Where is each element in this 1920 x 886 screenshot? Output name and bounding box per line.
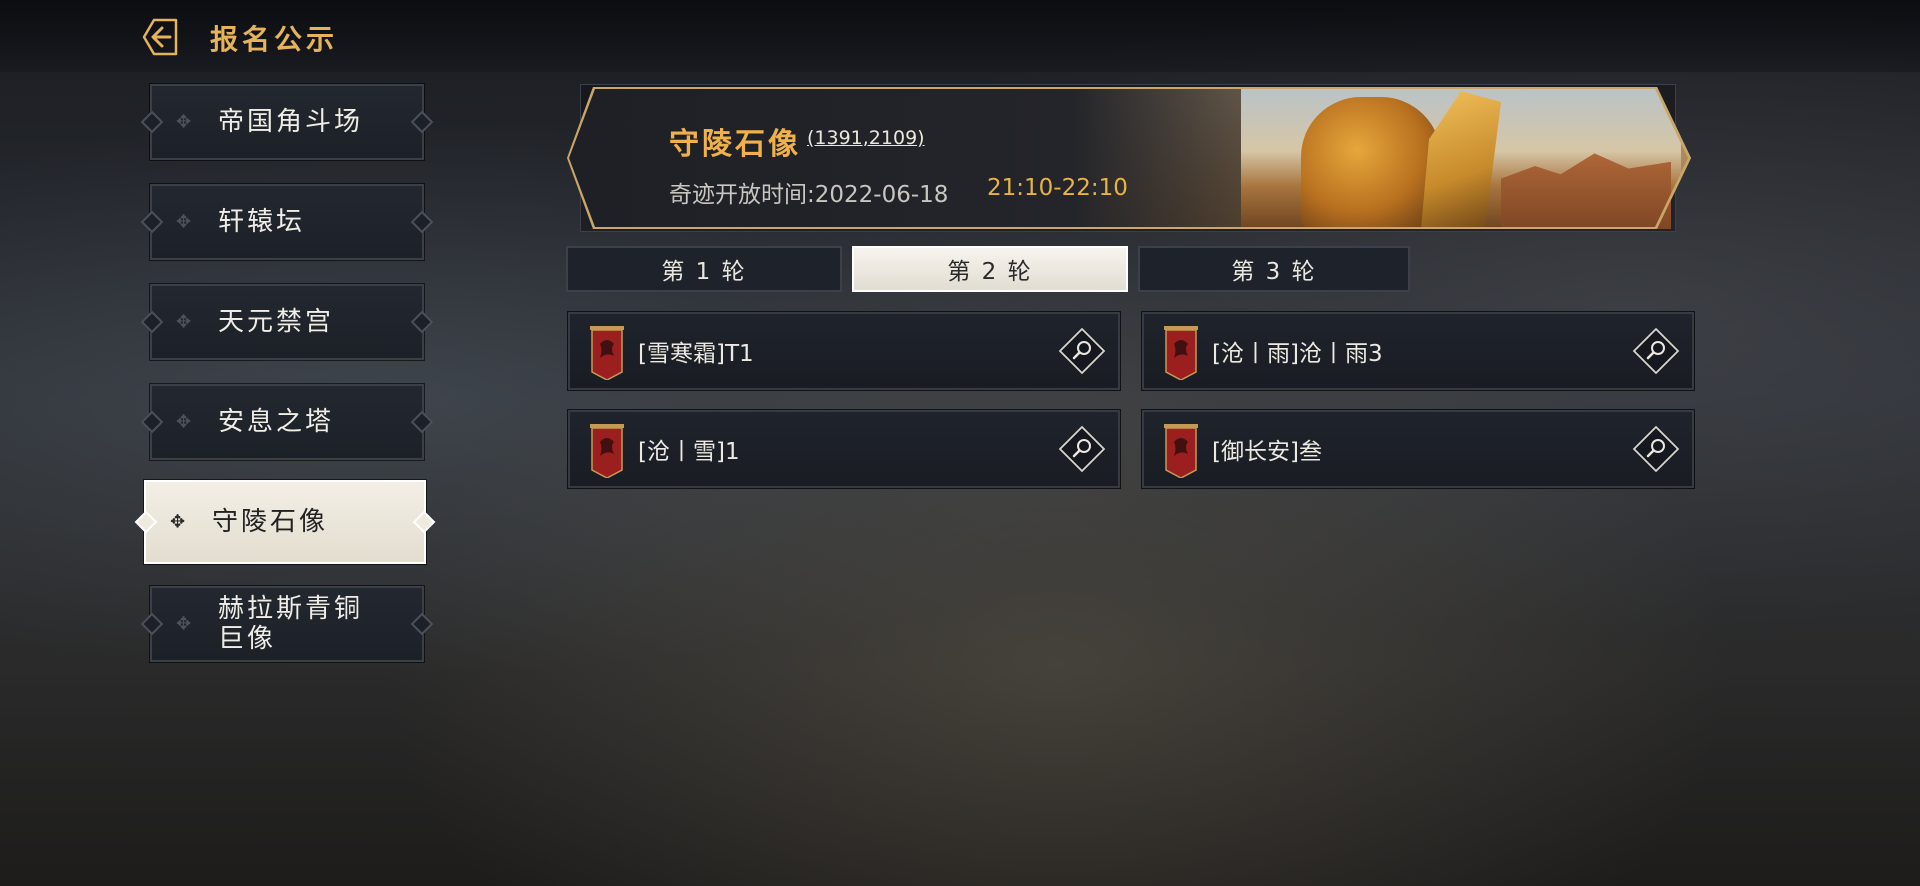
guild-card: [沧丨雨]沧丨雨3 (1141, 311, 1695, 391)
sidebar-item-tower-of-rest[interactable]: ✥ 安息之塔 (149, 383, 425, 461)
sidebar-item-imperial-arena[interactable]: ✥ 帝国角斗场 (149, 83, 425, 161)
sidebar-item-xuanyuan-altar[interactable]: ✥ 轩辕坛 (149, 183, 425, 261)
search-icon[interactable] (1058, 425, 1106, 473)
bullet-icon: ✥ (176, 111, 192, 133)
wonder-open-time-range: 21:10-22:10 (987, 175, 1128, 201)
tab-round-2[interactable]: 第 2 轮 (852, 246, 1128, 292)
guild-banner-icon (1164, 424, 1198, 478)
sidebar-item-tianyuan-palace[interactable]: ✥ 天元禁宫 (149, 283, 425, 361)
sidebar-item-label: 帝国角斗场 (218, 107, 364, 137)
tab-round-3[interactable]: 第 3 轮 (1138, 246, 1410, 292)
search-icon[interactable] (1632, 425, 1680, 473)
wonder-title: 守陵石像 (669, 127, 801, 162)
sidebar-item-label: 轩辕坛 (218, 207, 306, 237)
guild-name: [雪寒霜]T1 (638, 341, 754, 367)
bullet-icon: ✥ (176, 211, 192, 233)
back-arrow-icon[interactable] (140, 16, 182, 58)
sidebar-item-label: 天元禁宫 (218, 307, 335, 337)
guild-banner-icon (1164, 326, 1198, 380)
search-icon[interactable] (1632, 327, 1680, 375)
tab-round-1[interactable]: 第 1 轮 (566, 246, 842, 292)
bullet-icon: ✥ (176, 311, 192, 333)
search-icon[interactable] (1058, 327, 1106, 375)
guild-banner-icon (590, 424, 624, 478)
page-title: 报名公示 (210, 23, 339, 56)
tab-label: 第 1 轮 (661, 259, 747, 285)
top-bar: 报名公示 (0, 0, 1920, 72)
bullet-icon: ✥ (170, 511, 186, 533)
wonder-coordinates-link[interactable]: (1391,2109) (807, 127, 925, 149)
guild-card: [雪寒霜]T1 (567, 311, 1121, 391)
bullet-icon: ✥ (176, 411, 192, 433)
sidebar-item-label: 安息之塔 (218, 407, 335, 437)
sidebar-item-label: 守陵石像 (212, 507, 329, 537)
guild-card: [沧丨雪]1 (567, 409, 1121, 489)
sidebar-item-label: 赫拉斯青铜巨像 (218, 594, 364, 654)
bullet-icon: ✥ (176, 613, 192, 635)
guild-name: [沧丨雨]沧丨雨3 (1212, 341, 1383, 367)
guild-card: [御长安]叁 (1141, 409, 1695, 489)
guild-name: [御长安]叁 (1212, 439, 1322, 465)
sphinx-statue-image (1301, 97, 1441, 229)
sidebar-item-bronze-colossus[interactable]: ✥ 赫拉斯青铜巨像 (149, 585, 425, 663)
tab-label: 第 2 轮 (947, 259, 1033, 285)
sidebar-item-tomb-guardian[interactable]: ✥ 守陵石像 (143, 479, 427, 565)
wonder-banner: 守陵石像 (1391,2109) 奇迹开放时间:2022-06-18 21:10… (567, 84, 1691, 232)
guild-banner-icon (590, 326, 624, 380)
guild-name: [沧丨雪]1 (638, 439, 740, 465)
wonder-open-time-label: 奇迹开放时间:2022-06-18 (669, 182, 949, 208)
tab-label: 第 3 轮 (1231, 259, 1317, 285)
